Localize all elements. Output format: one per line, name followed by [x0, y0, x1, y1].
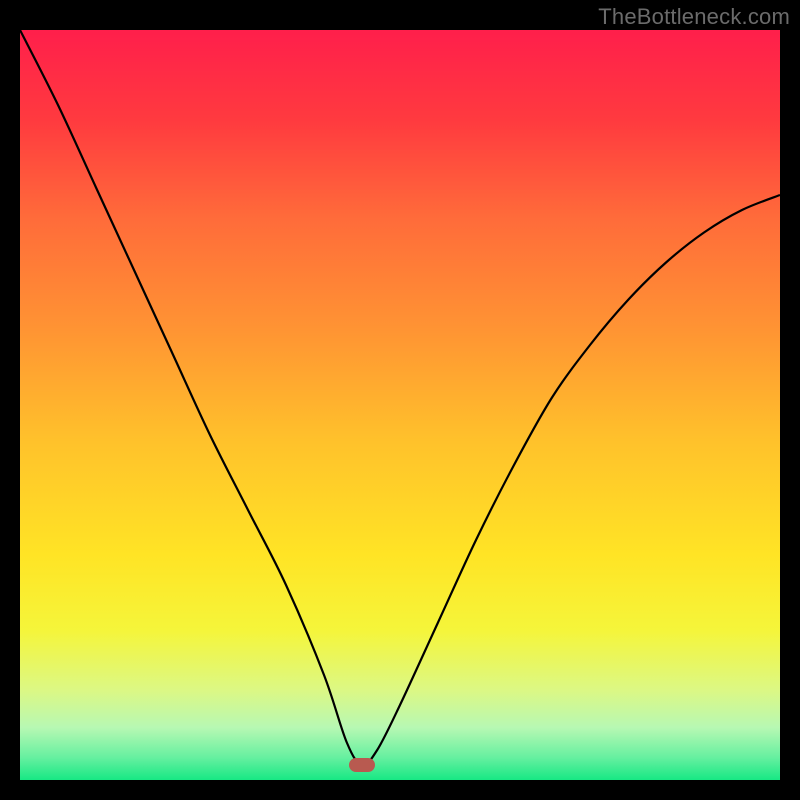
- chart-frame: TheBottleneck.com: [0, 0, 800, 800]
- optimal-point-marker: [349, 758, 375, 772]
- background-gradient: [20, 30, 780, 780]
- watermark-text: TheBottleneck.com: [598, 4, 790, 30]
- plot-area: [20, 30, 780, 780]
